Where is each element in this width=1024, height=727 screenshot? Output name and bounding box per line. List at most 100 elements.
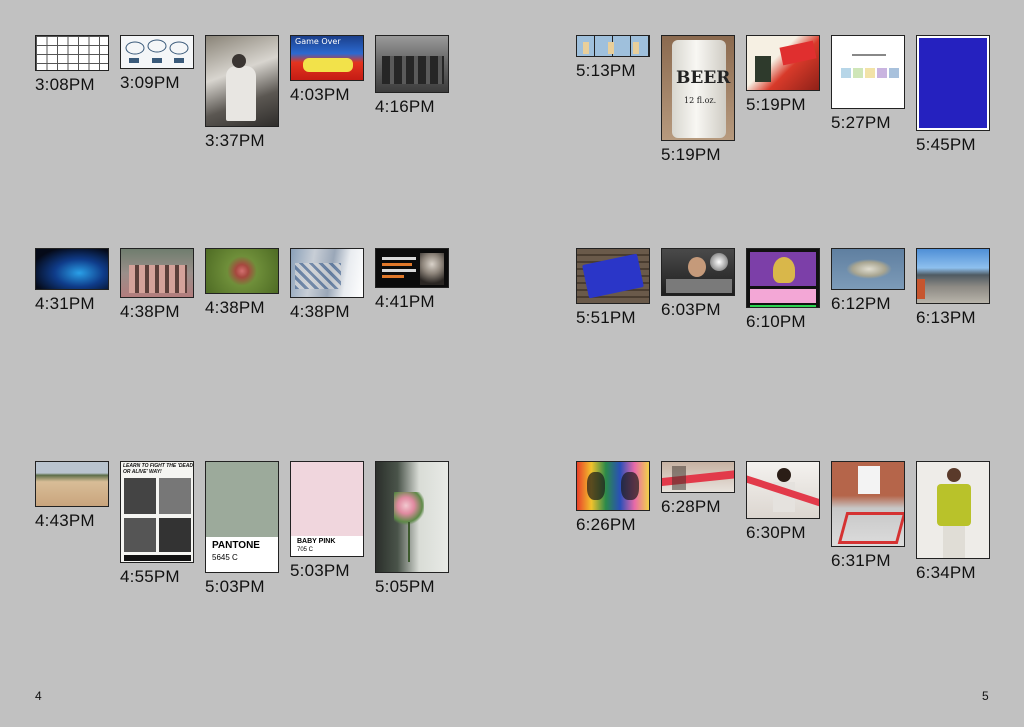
timestamp: 4:03PM [290,85,350,104]
flower-bouquet-thumbnail[interactable] [375,461,449,573]
item-25[interactable]: 6:26PM [576,461,650,535]
colorful-faces-art-thumbnail[interactable] [576,461,650,511]
item-9[interactable]: 4:41PM [375,248,449,312]
graffiti-wall-thumbnail[interactable] [290,248,364,298]
baby-pink-swatch[interactable]: BABY PINK 705 C [290,461,364,557]
item-6[interactable]: 4:38PM [120,248,194,322]
beer-volume: 12 fl.oz. [684,96,717,105]
timestamp: 5:45PM [916,135,976,154]
timestamp: 4:38PM [205,298,265,317]
dj-turntable-thumbnail[interactable] [661,248,735,296]
item-10[interactable]: 4:43PM [35,461,109,531]
blue-cassette-thumbnail[interactable] [576,248,650,304]
timestamp: 5:13PM [576,61,636,80]
timestamp: 3:09PM [120,73,180,92]
timestamp: 6:10PM [746,312,806,331]
woman-tape-thumbnail[interactable] [746,461,820,519]
item-24[interactable]: 6:13PM [916,248,990,328]
game-over-car-thumbnail[interactable]: Game Over [290,35,364,81]
item-26[interactable]: 6:28PM [661,461,735,517]
item-27[interactable]: 6:30PM [746,461,820,543]
pantone-green-swatch[interactable]: PANTONE 5645 C [205,461,279,573]
timestamp: 5:19PM [661,145,721,164]
group-photo-thumbnail[interactable] [375,35,449,93]
item-1[interactable]: 3:09PM [120,35,194,93]
game-over-caption: Game Over [295,37,341,46]
item-0[interactable]: 3:08PM [35,35,109,95]
quote-portrait-thumbnail[interactable] [375,248,449,288]
timestamp: 6:31PM [831,551,891,570]
item-14[interactable]: 5:05PM [375,461,449,597]
timestamp: 4:41PM [375,292,435,311]
page-number-right: 5 [982,689,989,703]
timestamp: 6:26PM [576,515,636,534]
poster-caption: LEARN TO FIGHT THE 'DEAD OR ALIVE' WAY! [123,463,193,475]
item-7[interactable]: 4:38PM [205,248,279,318]
timestamp: 5:03PM [290,561,350,580]
item-15[interactable]: 5:13PM [576,35,650,81]
timestamp: 3:08PM [35,75,95,94]
timestamp: 6:30PM [746,523,806,542]
item-12[interactable]: PANTONE 5645 C 5:03PM [205,461,279,597]
timestamp: 6:12PM [831,294,891,313]
item-16[interactable]: BEER 12 fl.oz. 5:19PM [661,35,735,165]
item-28[interactable]: 6:31PM [831,461,905,571]
timestamp: 4:55PM [120,567,180,586]
red-sculpture-thumbnail[interactable] [831,461,905,547]
item-23[interactable]: 6:12PM [831,248,905,314]
item-17[interactable]: 5:19PM [746,35,820,115]
tape-collage-thumbnail[interactable] [661,461,735,493]
item-18[interactable]: 5:27PM [831,35,905,133]
timestamp: 5:19PM [746,95,806,114]
beer-caption: BEER [676,68,731,88]
timestamp: 4:38PM [120,302,180,321]
timestamp: 6:13PM [916,308,976,327]
mountain-road-thumbnail[interactable] [916,248,990,304]
timestamp: 5:27PM [831,113,891,132]
item-19[interactable]: 5:45PM [916,35,990,155]
item-22[interactable]: 6:10PM [746,248,820,332]
timestamp: 4:38PM [290,302,350,321]
yellow-vest-person-thumbnail[interactable] [916,461,990,559]
blue-square-thumbnail[interactable] [916,35,990,131]
cloud-diagram-thumbnail[interactable] [120,35,194,69]
item-3[interactable]: Game Over 4:03PM [290,35,364,105]
item-5[interactable]: 4:31PM [35,248,109,314]
comic-strip-thumbnail[interactable] [576,35,650,57]
timestamp: 4:16PM [375,97,435,116]
swatch-name: BABY PINK [297,538,336,545]
color-palette-thumbnail[interactable] [831,35,905,109]
person-cooking-thumbnail[interactable] [205,35,279,127]
blue-light-stadium-thumbnail[interactable] [35,248,109,290]
swatch-code: 705 C [297,547,314,553]
flower-bud-thumbnail[interactable] [205,248,279,294]
dead-or-alive-poster-thumbnail[interactable]: LEARN TO FIGHT THE 'DEAD OR ALIVE' WAY! [120,461,194,563]
sand-dunes-thumbnail[interactable] [35,461,109,507]
timestamp: 5:03PM [205,577,265,596]
item-8[interactable]: 4:38PM [290,248,364,322]
item-4[interactable]: 4:16PM [375,35,449,117]
cartoon-screen-thumbnail[interactable] [746,248,820,308]
item-2[interactable]: 3:37PM [205,35,279,151]
group-standing-thumbnail[interactable] [120,248,194,298]
swatch-code: 5645 C [212,553,238,562]
floating-islands-thumbnail[interactable] [831,248,905,290]
item-21[interactable]: 6:03PM [661,248,735,320]
page-number-left: 4 [35,689,42,703]
timestamp: 6:03PM [661,300,721,319]
timestamp: 3:37PM [205,131,265,150]
timestamp: 6:34PM [916,563,976,582]
swatch-name: PANTONE [212,540,260,551]
timestamp: 5:51PM [576,308,636,327]
timestamp: 4:43PM [35,511,95,530]
timestamp: 6:28PM [661,497,721,516]
timestamp: 4:31PM [35,294,95,313]
item-13[interactable]: BABY PINK 705 C 5:03PM [290,461,364,581]
grid-thumbnail[interactable] [35,35,109,71]
item-20[interactable]: 5:51PM [576,248,650,328]
timestamp: 5:05PM [375,577,435,596]
comic-art-thumbnail[interactable] [746,35,820,91]
item-11[interactable]: LEARN TO FIGHT THE 'DEAD OR ALIVE' WAY! … [120,461,194,587]
item-29[interactable]: 6:34PM [916,461,990,583]
beer-can-thumbnail[interactable]: BEER 12 fl.oz. [661,35,735,141]
